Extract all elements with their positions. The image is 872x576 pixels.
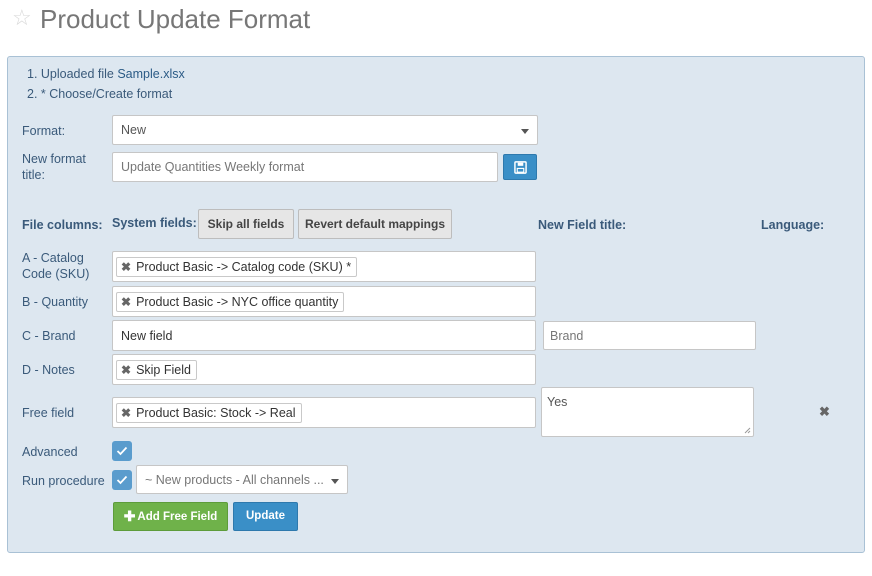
- row-label-c: C - Brand: [22, 329, 76, 343]
- floppy-disk-icon: [513, 160, 527, 174]
- system-field-select-free[interactable]: ✖ Product Basic: Stock -> Real: [112, 397, 536, 428]
- system-field-select-b[interactable]: ✖ Product Basic -> NYC office quantity: [112, 286, 536, 317]
- system-field-value-c: New field: [121, 328, 173, 343]
- update-button[interactable]: Update: [233, 502, 298, 531]
- advanced-label: Advanced: [22, 445, 78, 459]
- new-format-title-value: Update Quantities Weekly format: [121, 160, 305, 174]
- remove-free-field-close-icon[interactable]: ✖: [819, 404, 830, 420]
- free-field-textarea-value: Yes: [547, 395, 568, 409]
- step-2: 2. * Choose/Create format: [27, 87, 173, 101]
- page-title: Product Update Format: [40, 4, 311, 34]
- mapping-tag-label: Product Basic -> NYC office quantity: [136, 294, 339, 309]
- chevron-down-icon: [331, 479, 339, 484]
- row-label-b: B - Quantity: [22, 295, 88, 309]
- step-1-prefix: 1. Uploaded file: [27, 67, 118, 81]
- row-label-a: A - Catalog Code (SKU): [22, 251, 90, 281]
- mapping-tag: ✖ Product Basic: Stock -> Real: [116, 402, 302, 423]
- uploaded-file-name[interactable]: Sample.xlsx: [117, 67, 184, 81]
- new-format-title-label: New format title:: [22, 152, 86, 182]
- procedure-select[interactable]: ~ New products - All channels ...: [136, 465, 348, 494]
- language-header: Language:: [761, 218, 825, 232]
- skip-all-fields-button[interactable]: Skip all fields: [198, 209, 294, 239]
- format-select-value: New: [121, 123, 147, 137]
- system-field-select-c[interactable]: New field: [112, 320, 536, 351]
- resize-handle-icon[interactable]: [744, 427, 751, 434]
- close-icon[interactable]: ✖: [121, 406, 131, 420]
- revert-default-mappings-button[interactable]: Revert default mappings: [298, 209, 452, 239]
- close-icon[interactable]: ✖: [121, 295, 131, 309]
- procedure-select-value: ~ New products - All channels ...: [145, 472, 324, 487]
- new-format-title-input[interactable]: Update Quantities Weekly format: [112, 152, 498, 182]
- new-field-title-input-c[interactable]: Brand: [543, 321, 756, 350]
- save-format-button[interactable]: [503, 154, 537, 180]
- new-field-title-header: New Field title:: [538, 218, 627, 232]
- mapping-tag-label: Product Basic -> Catalog code (SKU) *: [136, 259, 352, 274]
- favorite-star-icon[interactable]: ☆: [12, 6, 32, 30]
- step-1: 1. Uploaded file Sample.xlsx: [27, 67, 185, 81]
- mapping-tag-label: Product Basic: Stock -> Real: [136, 405, 296, 420]
- mapping-tag: ✖ Product Basic -> NYC office quantity: [116, 291, 345, 312]
- new-field-title-placeholder: Brand: [550, 328, 584, 343]
- row-label-free-field: Free field: [22, 406, 75, 420]
- close-icon[interactable]: ✖: [121, 363, 131, 377]
- system-field-select-a[interactable]: ✖ Product Basic -> Catalog code (SKU) *: [112, 251, 536, 282]
- checkmark-icon: [116, 446, 128, 456]
- system-field-select-d[interactable]: ✖ Skip Field: [112, 354, 536, 385]
- add-free-field-button[interactable]: ✚ Add Free Field: [113, 502, 228, 531]
- mapping-tag: ✖ Skip Field: [116, 359, 197, 380]
- format-select[interactable]: New: [112, 115, 538, 145]
- free-field-textarea[interactable]: Yes: [541, 387, 754, 437]
- run-procedure-checkbox[interactable]: [112, 470, 132, 490]
- close-icon[interactable]: ✖: [121, 260, 131, 274]
- mapping-tag-label: Skip Field: [136, 362, 191, 377]
- row-label-d: D - Notes: [22, 363, 75, 377]
- system-fields-header: System fields:: [112, 216, 197, 230]
- advanced-checkbox[interactable]: [112, 441, 132, 461]
- checkmark-icon: [116, 475, 128, 485]
- chevron-down-icon: [521, 129, 529, 134]
- mapping-tag: ✖ Product Basic -> Catalog code (SKU) *: [116, 256, 358, 277]
- run-procedure-label: Run procedure: [22, 474, 105, 488]
- format-label: Format:: [22, 124, 66, 138]
- add-free-field-label: Add Free Field: [137, 510, 218, 523]
- file-columns-header: File columns:: [22, 218, 103, 232]
- plus-icon: ✚: [123, 508, 136, 524]
